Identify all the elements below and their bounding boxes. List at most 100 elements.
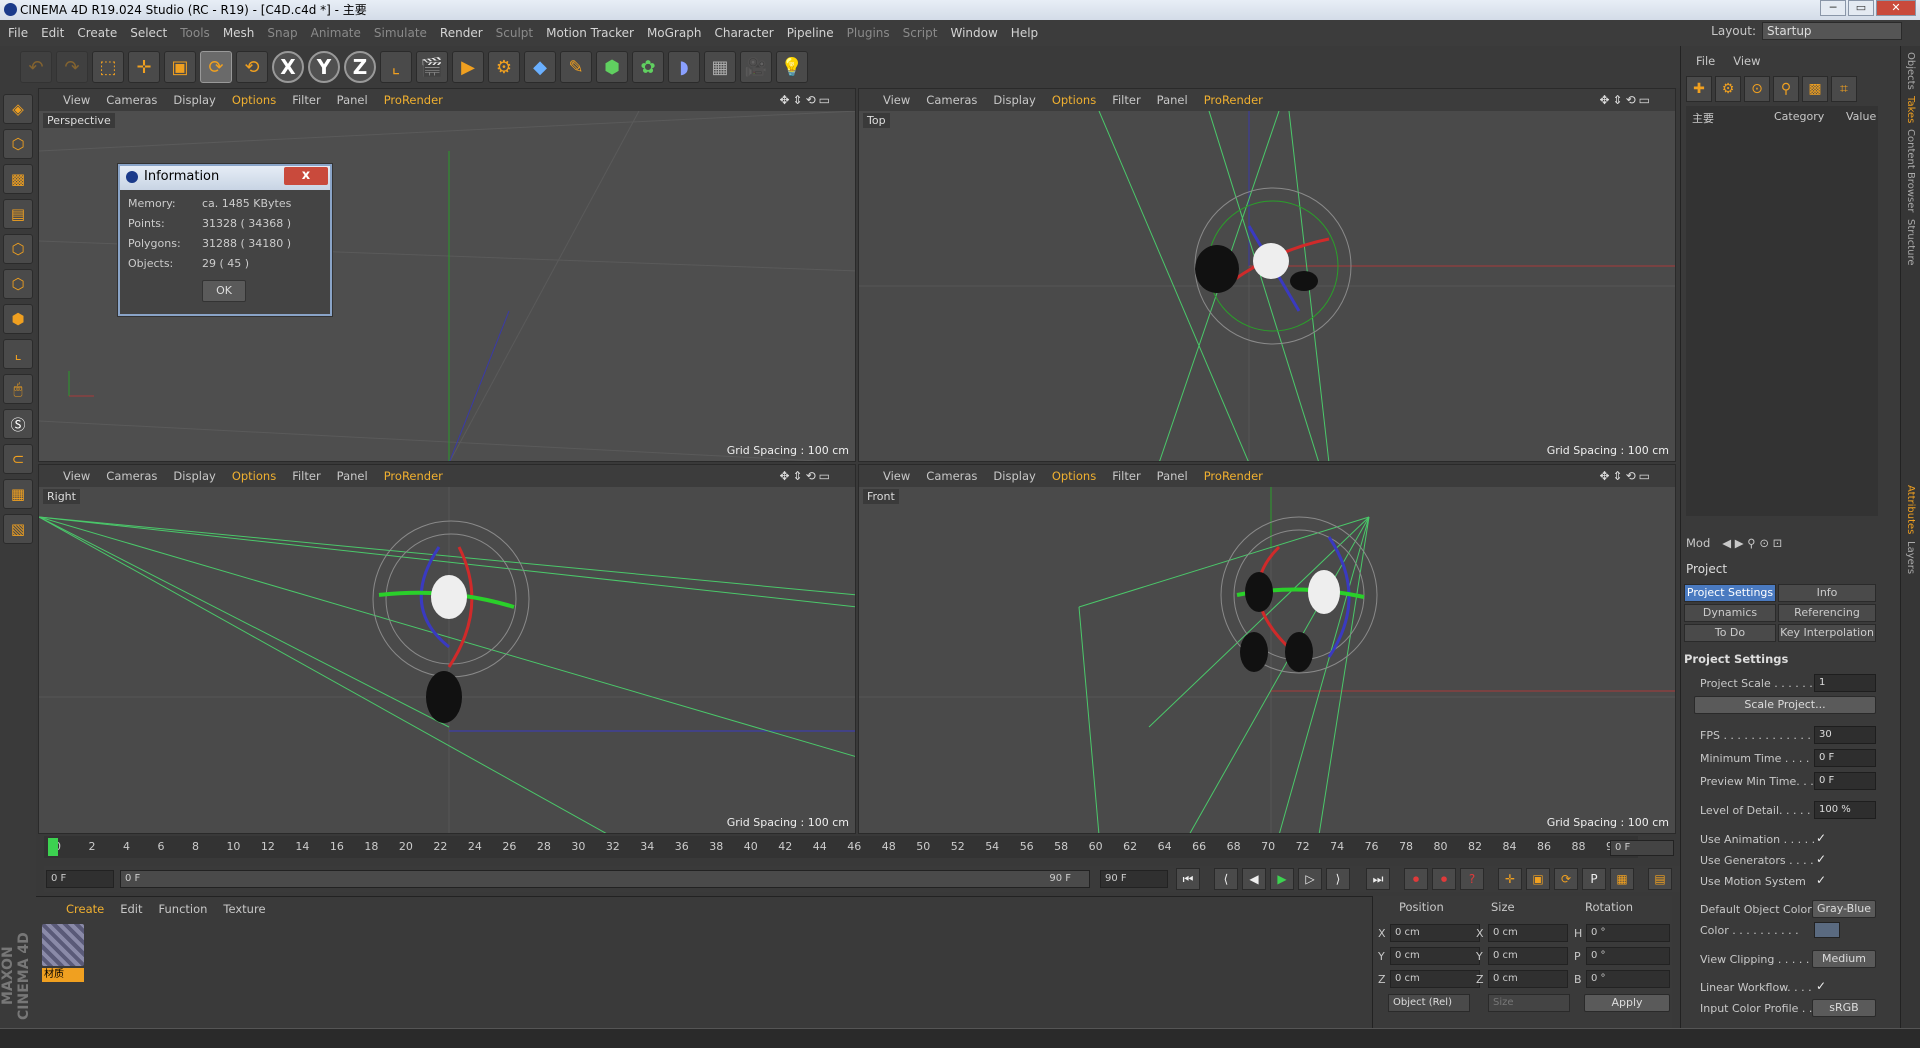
attr-back-icon[interactable]: ◀ ▶ ⚲ ⊙ ⊡ — [1722, 536, 1782, 550]
vp-menu-display[interactable]: Display — [993, 469, 1035, 483]
subdivision-icon[interactable]: ⬢ — [596, 51, 628, 83]
solo-icon[interactable]: Ⓢ — [3, 409, 33, 439]
size-mode-dropdown[interactable]: Size — [1488, 994, 1570, 1012]
menu-file[interactable]: File — [8, 26, 28, 40]
viewport-front[interactable]: View Cameras Display Options Filter Pane… — [858, 464, 1676, 834]
project-scale-field[interactable]: 1 — [1814, 674, 1876, 692]
obj-menu-file[interactable]: File — [1696, 54, 1715, 68]
vp-menu-prorender[interactable]: ProRender — [1204, 469, 1263, 483]
key-position-icon[interactable]: ✛ — [1498, 868, 1522, 890]
tab-attributes[interactable]: Attributes — [1905, 485, 1916, 534]
vp-menu-options[interactable]: Options — [1052, 469, 1096, 483]
vp-menu-panel[interactable]: Panel — [1157, 93, 1188, 107]
recent-tools-icon[interactable]: ⟲ — [236, 51, 268, 83]
menu-pipeline[interactable]: Pipeline — [787, 26, 834, 40]
tab-takes[interactable]: Takes — [1905, 96, 1916, 123]
menu-help[interactable]: Help — [1011, 26, 1038, 40]
planar-workplane-icon[interactable]: ▧ — [3, 514, 33, 544]
menu-sculpt[interactable]: Sculpt — [496, 26, 533, 40]
scale-icon[interactable]: ▣ — [164, 51, 196, 83]
autokey-icon[interactable]: ⏺ — [1432, 868, 1456, 890]
deformer-icon[interactable]: ◗ — [668, 51, 700, 83]
tab-key-interpolation[interactable]: Key Interpolation — [1778, 624, 1876, 642]
dialog-close-button[interactable]: x — [284, 167, 328, 185]
start-frame-field[interactable]: 0 F — [46, 870, 114, 888]
points-mode-icon[interactable]: ⬡ — [3, 234, 33, 264]
key-parameter-icon[interactable]: P — [1582, 868, 1606, 890]
rotate-icon[interactable]: ⟳ — [200, 51, 232, 83]
record-icon[interactable]: ⏺ — [1404, 868, 1428, 890]
input-color-profile-dropdown[interactable]: sRGB — [1812, 999, 1876, 1017]
undo-icon[interactable]: ↶ — [20, 51, 52, 83]
menu-mograph[interactable]: MoGraph — [647, 26, 702, 40]
menu-create[interactable]: Create — [77, 26, 117, 40]
vp-menu-options[interactable]: Options — [232, 93, 276, 107]
render-settings-icon[interactable]: ⚙ — [488, 51, 520, 83]
rotation-h-field[interactable]: 0 ° — [1586, 924, 1670, 942]
polygons-mode-icon[interactable]: ⬢ — [3, 304, 33, 334]
vp-menu-cameras[interactable]: Cameras — [926, 469, 977, 483]
end-frame-field[interactable]: 90 F — [1100, 870, 1168, 888]
view-clipping-dropdown[interactable]: Medium — [1812, 950, 1876, 968]
layout-dropdown[interactable]: Startup — [1762, 22, 1902, 40]
mat-menu-function[interactable]: Function — [159, 902, 208, 916]
menu-tools[interactable]: Tools — [180, 26, 210, 40]
live-selection-icon[interactable]: ⬚ — [92, 51, 124, 83]
vp-menu-display[interactable]: Display — [173, 93, 215, 107]
next-key-icon[interactable]: ⟩ — [1326, 868, 1350, 890]
vp-menu-view[interactable]: View — [63, 469, 90, 483]
tab-info[interactable]: Info — [1778, 584, 1876, 602]
vp-menu-panel[interactable]: Panel — [337, 93, 368, 107]
vp-menu-cameras[interactable]: Cameras — [926, 93, 977, 107]
vp-menu-display[interactable]: Display — [173, 469, 215, 483]
tab-structure[interactable]: Structure — [1905, 219, 1916, 266]
viewport-nav-icons[interactable]: ✥⇕⟲▭ — [779, 93, 833, 107]
coord-mode-dropdown[interactable]: Object (Rel) — [1388, 994, 1470, 1012]
menu-window[interactable]: Window — [950, 26, 997, 40]
current-frame-field[interactable]: 0 F — [1610, 840, 1674, 856]
new-take-icon[interactable]: ✚ — [1686, 76, 1712, 102]
preview-min-time-field[interactable]: 0 F — [1814, 772, 1876, 790]
mat-menu-edit[interactable]: Edit — [120, 902, 142, 916]
close-window-button[interactable]: ✕ — [1876, 0, 1916, 16]
key-rotation-icon[interactable]: ⟳ — [1554, 868, 1578, 890]
vp-menu-cameras[interactable]: Cameras — [106, 469, 157, 483]
vp-menu-prorender[interactable]: ProRender — [1204, 93, 1263, 107]
menu-edit[interactable]: Edit — [41, 26, 64, 40]
take-filter-icon[interactable]: ⌗ — [1831, 76, 1857, 102]
model-mode-icon[interactable]: ⬡ — [3, 129, 33, 159]
x-axis-lock-icon[interactable]: X — [272, 51, 304, 83]
vp-menu-panel[interactable]: Panel — [337, 469, 368, 483]
pen-icon[interactable]: ✎ — [560, 51, 592, 83]
workplane-icon[interactable]: ▤ — [3, 199, 33, 229]
y-axis-lock-icon[interactable]: Y — [308, 51, 340, 83]
next-frame-icon[interactable]: ▷ — [1298, 868, 1322, 890]
level-of-detail-field[interactable]: 100 % — [1814, 801, 1876, 819]
take-item[interactable]: 主要 — [1692, 110, 1714, 126]
take-auto-icon[interactable]: ⚲ — [1773, 76, 1799, 102]
vp-menu-display[interactable]: Display — [993, 93, 1035, 107]
vp-menu-view[interactable]: View — [63, 93, 90, 107]
color-swatch[interactable] — [1814, 922, 1840, 938]
vp-menu-prorender[interactable]: ProRender — [384, 469, 443, 483]
position-x-field[interactable]: 0 cm — [1390, 924, 1480, 942]
obj-menu-view[interactable]: View — [1733, 54, 1760, 68]
vp-menu-prorender[interactable]: ProRender — [384, 93, 443, 107]
minimum-time-field[interactable]: 0 F — [1814, 749, 1876, 767]
vp-menu-panel[interactable]: Panel — [1157, 469, 1188, 483]
ok-button[interactable]: OK — [202, 280, 246, 302]
prev-frame-icon[interactable]: ◀ — [1242, 868, 1266, 890]
viewport-nav-icons[interactable]: ✥⇕⟲▭ — [779, 469, 833, 483]
render-picture-viewer-icon[interactable]: ▶ — [452, 51, 484, 83]
use-generators-checkbox[interactable]: ✓ — [1816, 852, 1826, 866]
edges-mode-icon[interactable]: ⬡ — [3, 269, 33, 299]
tab-objects[interactable]: Objects — [1905, 52, 1916, 90]
tab-content-browser[interactable]: Content Browser — [1905, 129, 1916, 212]
menu-character[interactable]: Character — [714, 26, 773, 40]
move-icon[interactable]: ✛ — [128, 51, 160, 83]
viewport-right[interactable]: View Cameras Display Options Filter Pane… — [38, 464, 856, 834]
vp-menu-options[interactable]: Options — [232, 469, 276, 483]
lock-workplane-icon[interactable]: ▦ — [3, 479, 33, 509]
cube-icon[interactable]: ◆ — [524, 51, 556, 83]
vp-menu-view[interactable]: View — [883, 469, 910, 483]
